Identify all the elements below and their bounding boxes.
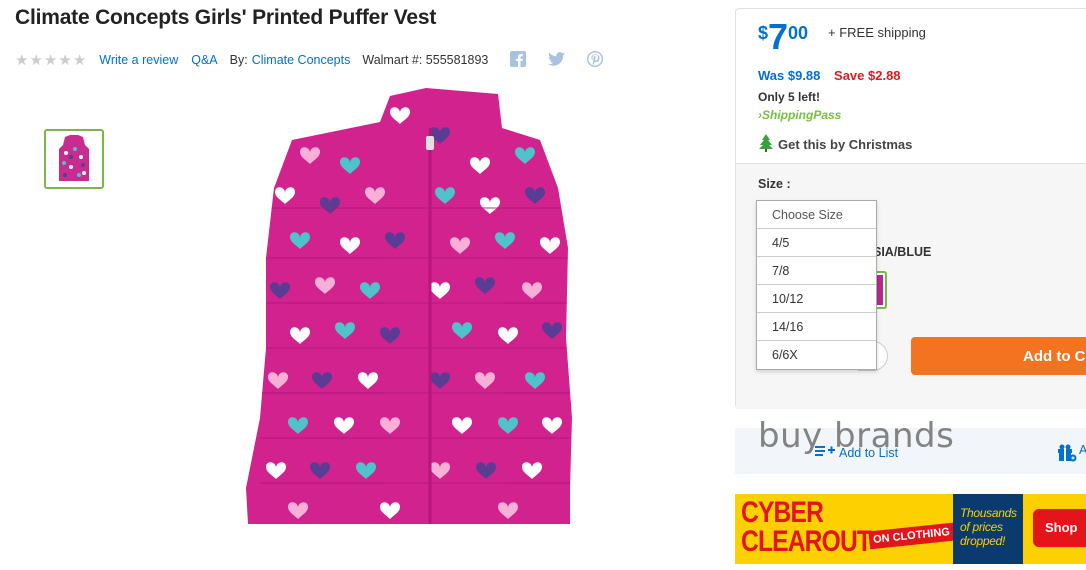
add-to-cart-button[interactable]: Add to Ca xyxy=(911,337,1086,375)
size-dropdown[interactable]: Choose Size 4/5 7/8 10/12 14/16 6/6X xyxy=(756,200,877,370)
size-label: Size : xyxy=(758,177,791,191)
tree-icon xyxy=(758,134,774,155)
star-icon: ★ xyxy=(29,52,43,69)
christmas-text: Get this by Christmas xyxy=(778,137,913,152)
product-thumbnail[interactable] xyxy=(44,129,104,189)
watermark: buy brands xyxy=(758,416,955,456)
was-price: Was $9.88 xyxy=(758,68,821,83)
size-option-placeholder[interactable]: Choose Size xyxy=(757,201,876,229)
banner-line1: CYBER xyxy=(741,496,824,529)
size-option[interactable]: 14/16 xyxy=(757,313,876,341)
brand-link[interactable]: Climate Concepts xyxy=(252,53,351,67)
star-icon: ★ xyxy=(15,52,29,69)
cyber-clearout-banner[interactable]: CYBER CLEAROUT ON CLOTHING Thousands of … xyxy=(735,494,1086,564)
price-cents: 00 xyxy=(788,23,809,43)
banner-line2: CLEAROUT xyxy=(741,525,872,558)
star-icon: ★ xyxy=(58,52,72,69)
banner-subtext: Thousands of prices dropped! xyxy=(960,506,1017,548)
size-option[interactable]: 4/5 xyxy=(757,229,876,257)
product-meta: ★ ★ ★ ★ ★ Write a review Q&A By: Climate… xyxy=(15,50,604,70)
christmas-delivery: Get this by Christmas xyxy=(758,134,912,155)
facebook-icon[interactable] xyxy=(510,50,527,70)
price-whole: 7 xyxy=(768,16,789,57)
price: $ 7 00 xyxy=(758,19,808,55)
star-icon: ★ xyxy=(43,52,58,69)
was-save-row: Was $9.88 Save $2.88 xyxy=(758,68,901,83)
shop-button[interactable]: Shop xyxy=(1033,509,1086,547)
product-title: Climate Concepts Girls' Printed Puffer V… xyxy=(15,6,437,29)
gift-icon[interactable] xyxy=(1057,444,1077,467)
pinterest-icon[interactable] xyxy=(587,50,604,70)
size-option[interactable]: 7/8 xyxy=(757,257,876,285)
star-icon: ★ xyxy=(72,52,87,69)
product-image xyxy=(240,88,610,538)
size-option[interactable]: 10/12 xyxy=(757,285,876,313)
twitter-icon[interactable] xyxy=(548,51,566,69)
size-option[interactable]: 6/6X xyxy=(757,341,876,369)
shippingpass-label: ShippingPass xyxy=(762,108,842,122)
save-amount: Save $2.88 xyxy=(834,68,901,83)
banner-tag: ON CLOTHING xyxy=(868,522,955,550)
shippingpass-badge[interactable]: ›ShippingPass xyxy=(758,108,841,122)
stock-notice: Only 5 left! xyxy=(758,90,821,104)
registry-label[interactable]: A xyxy=(1079,443,1086,457)
write-review-link[interactable]: Write a review xyxy=(99,53,178,67)
walmart-number: Walmart #: 555581893 xyxy=(362,53,489,67)
free-shipping-text: + FREE shipping xyxy=(828,25,926,40)
color-label: SIA/BLUE xyxy=(873,245,932,259)
qa-link[interactable]: Q&A xyxy=(191,53,217,67)
price-dollar-sign: $ xyxy=(758,23,769,43)
by-label: By: xyxy=(229,53,248,67)
social-share xyxy=(510,50,604,70)
rating-stars[interactable]: ★ ★ ★ ★ ★ xyxy=(15,51,86,69)
